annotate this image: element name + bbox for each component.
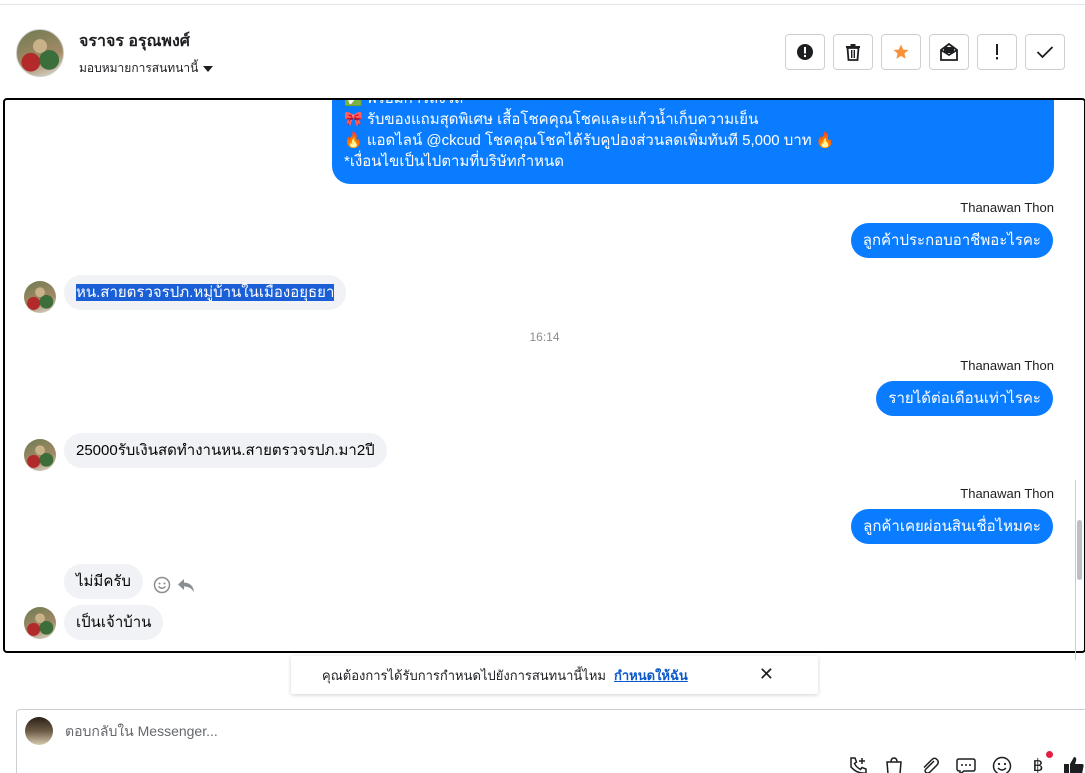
conversation-header: จราจร อรุณพงศ์ มอบหมายการสนทนานี้ [0, 5, 1085, 98]
suggestion-text: คุณต้องการได้รับการกำหนดไปยังการสนทนานี้… [322, 667, 606, 683]
header-actions [785, 34, 1065, 70]
reply-input[interactable] [65, 723, 765, 739]
sender-name: Thanawan Thon [960, 200, 1054, 215]
outgoing-message[interactable]: ลูกค้าเคยผ่อนสินเชื่อไหมคะ [851, 509, 1053, 544]
saved-reply-icon[interactable] [955, 755, 977, 773]
reply-icon[interactable] [177, 576, 195, 594]
promo-line: *เงื่อนไขเป็นไปตามที่บริษัทกำหนด [344, 153, 564, 170]
envelope-icon [940, 43, 958, 61]
reply-composer: ฿ [16, 709, 1085, 773]
contact-avatar-small[interactable] [24, 607, 56, 639]
promo-line: ✅ พร้อมการส่งวิถี [344, 98, 464, 107]
close-icon[interactable]: ✕ [759, 665, 774, 683]
check-icon [1036, 46, 1054, 59]
promo-line: 🔥 แอดไลน์ @ckcud โชคคุณโชคได้รับคูปองส่ว… [344, 132, 835, 149]
sender-name: Thanawan Thon [960, 358, 1054, 373]
incoming-message[interactable]: หน.สายตรวจรปภ.หมู่บ้านในเมืองอยุธยา [64, 275, 347, 310]
message-timestamp: 16:14 [529, 330, 560, 344]
assign-dropdown[interactable]: มอบหมายการสนทนานี้ [79, 59, 214, 78]
assign-suggestion-bar: คุณต้องการได้รับการกำหนดไปยังการสนทนานี้… [291, 656, 818, 694]
contact-avatar[interactable] [16, 29, 64, 77]
selected-text: หน.สายตรวจรปภ.หมู่บ้านในเมืองอยุธยา [76, 284, 335, 301]
paperclip-icon[interactable] [919, 755, 941, 773]
emoji-icon[interactable] [991, 755, 1013, 773]
alert-circle-icon [797, 44, 813, 60]
contact-avatar-small[interactable] [24, 281, 56, 313]
trash-icon [846, 44, 860, 61]
shopping-bag-icon[interactable] [883, 755, 905, 773]
phone-add-icon[interactable] [847, 755, 869, 773]
sender-name: Thanawan Thon [960, 486, 1054, 501]
contact-name[interactable]: จราจร อรุณพงศ์ [79, 29, 190, 54]
scrollbar[interactable] [1075, 480, 1083, 660]
message-thread[interactable]: ✅ พร้อมการส่งวิถี 🎀 รับของแถมสุดพิเศษ เส… [3, 98, 1085, 653]
baht-icon[interactable]: ฿ [1027, 751, 1053, 773]
assign-to-me-link[interactable]: กำหนดให้ฉัน [614, 665, 688, 686]
message-actions [153, 576, 195, 594]
thumbs-up-icon[interactable] [1063, 755, 1085, 773]
notification-dot [1046, 751, 1053, 758]
composer-toolbar: ฿ [847, 751, 1085, 773]
scrollbar-thumb[interactable] [1077, 520, 1082, 580]
assign-label: มอบหมายการสนทนานี้ [79, 61, 199, 75]
promo-message-bubble[interactable]: ✅ พร้อมการส่งวิถี 🎀 รับของแถมสุดพิเศษ เส… [332, 98, 1054, 184]
outgoing-message[interactable]: ลูกค้าประกอบอาชีพอะไรคะ [850, 223, 1053, 258]
emoji-react-icon[interactable] [153, 576, 171, 594]
outgoing-message[interactable]: รายได้ต่อเดือนเท่าไรคะ [876, 381, 1053, 416]
mark-unread-button[interactable] [929, 34, 969, 70]
contact-avatar-small[interactable] [24, 439, 56, 471]
delete-button[interactable] [833, 34, 873, 70]
page-avatar [25, 717, 53, 745]
incoming-message[interactable]: ไม่มีครับ [64, 564, 143, 599]
promo-line: 🎀 รับของแถมสุดพิเศษ เสื้อโชคคุณโชคและแก้… [344, 111, 759, 128]
spam-button[interactable] [785, 34, 825, 70]
star-button[interactable] [881, 34, 921, 70]
incoming-message[interactable]: 25000รับเงินสดทำงานหน.สายตรวจรปภ.มา2ปี [64, 433, 387, 468]
mark-important-button[interactable] [977, 34, 1017, 70]
caret-down-icon [203, 65, 214, 72]
exclamation-icon [996, 44, 998, 60]
incoming-message[interactable]: เป็นเจ้าบ้าน [64, 605, 164, 640]
mark-done-button[interactable] [1025, 34, 1065, 70]
star-icon [893, 44, 909, 59]
